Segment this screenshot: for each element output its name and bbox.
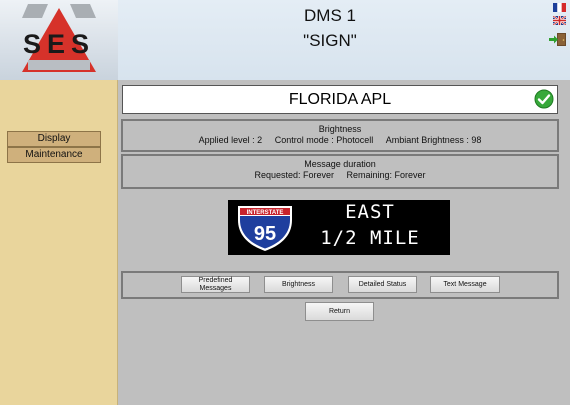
button-label: Detailed Status xyxy=(358,280,407,288)
french-flag-icon[interactable] xyxy=(553,3,566,12)
text-message-button[interactable]: Text Message xyxy=(430,276,500,293)
interstate-shield-icon: INTERSTATE 95 xyxy=(238,206,292,251)
main-content: FLORIDA APL Brightness Applied level : 2… xyxy=(118,80,570,405)
sign-display-preview: INTERSTATE 95 EAST 1/2 MILE xyxy=(228,200,450,255)
duration-title: Message duration xyxy=(304,159,376,169)
sign-name-box: FLORIDA APL xyxy=(122,85,558,114)
control-mode: Control mode : Photocell xyxy=(274,135,374,145)
display-line-1: EAST xyxy=(345,201,395,223)
brightness-panel: Brightness Applied level : 2 Control mod… xyxy=(121,119,559,152)
button-label: Messages xyxy=(199,284,232,292)
app-window: SES DMS 1 "SIGN" Display Maintenance FLO… xyxy=(0,0,570,405)
sidebar-item-maintenance[interactable]: Maintenance xyxy=(7,147,101,163)
sign-title: "SIGN" xyxy=(303,31,357,50)
button-label: Brightness xyxy=(281,280,316,288)
sidebar-item-label: Maintenance xyxy=(25,149,83,160)
button-label: Return xyxy=(328,308,350,315)
shield-top-text: INTERSTATE xyxy=(247,210,284,216)
requested-duration: Requested: Forever xyxy=(254,170,334,180)
shield-number: 95 xyxy=(254,223,276,245)
brightness-button[interactable]: Brightness xyxy=(264,276,333,293)
sidebar: Display Maintenance xyxy=(0,80,118,405)
logout-door-icon[interactable] xyxy=(549,32,567,47)
detailed-status-button[interactable]: Detailed Status xyxy=(348,276,417,293)
message-duration-panel: Message duration Requested: Forever Rema… xyxy=(121,154,559,189)
ses-logo: SES xyxy=(0,0,118,80)
uk-flag-icon[interactable] xyxy=(553,16,566,25)
button-label: Text Message xyxy=(443,280,487,288)
brightness-title: Brightness xyxy=(318,124,362,134)
applied-level: Applied level : 2 xyxy=(198,135,263,145)
sidebar-item-label: Display xyxy=(37,133,71,144)
button-label: Predefined xyxy=(198,276,233,284)
display-line-2: 1/2 MILE xyxy=(320,227,420,249)
remaining-duration: Remaining: Forever xyxy=(346,170,426,180)
logo-text: SES xyxy=(23,29,95,59)
action-button-bar: Predefined Messages Brightness Detailed … xyxy=(121,271,559,299)
predefined-messages-button[interactable]: Predefined Messages xyxy=(181,276,250,293)
sidebar-item-display[interactable]: Display xyxy=(7,131,101,147)
sign-name: FLORIDA APL xyxy=(288,91,392,108)
ok-check-icon xyxy=(534,89,554,109)
return-button[interactable]: Return xyxy=(305,302,374,321)
header-bar: SES DMS 1 "SIGN" xyxy=(0,0,570,80)
device-title: DMS 1 xyxy=(304,6,356,25)
ambiant-brightness: Ambiant Brightness : 98 xyxy=(385,135,482,145)
